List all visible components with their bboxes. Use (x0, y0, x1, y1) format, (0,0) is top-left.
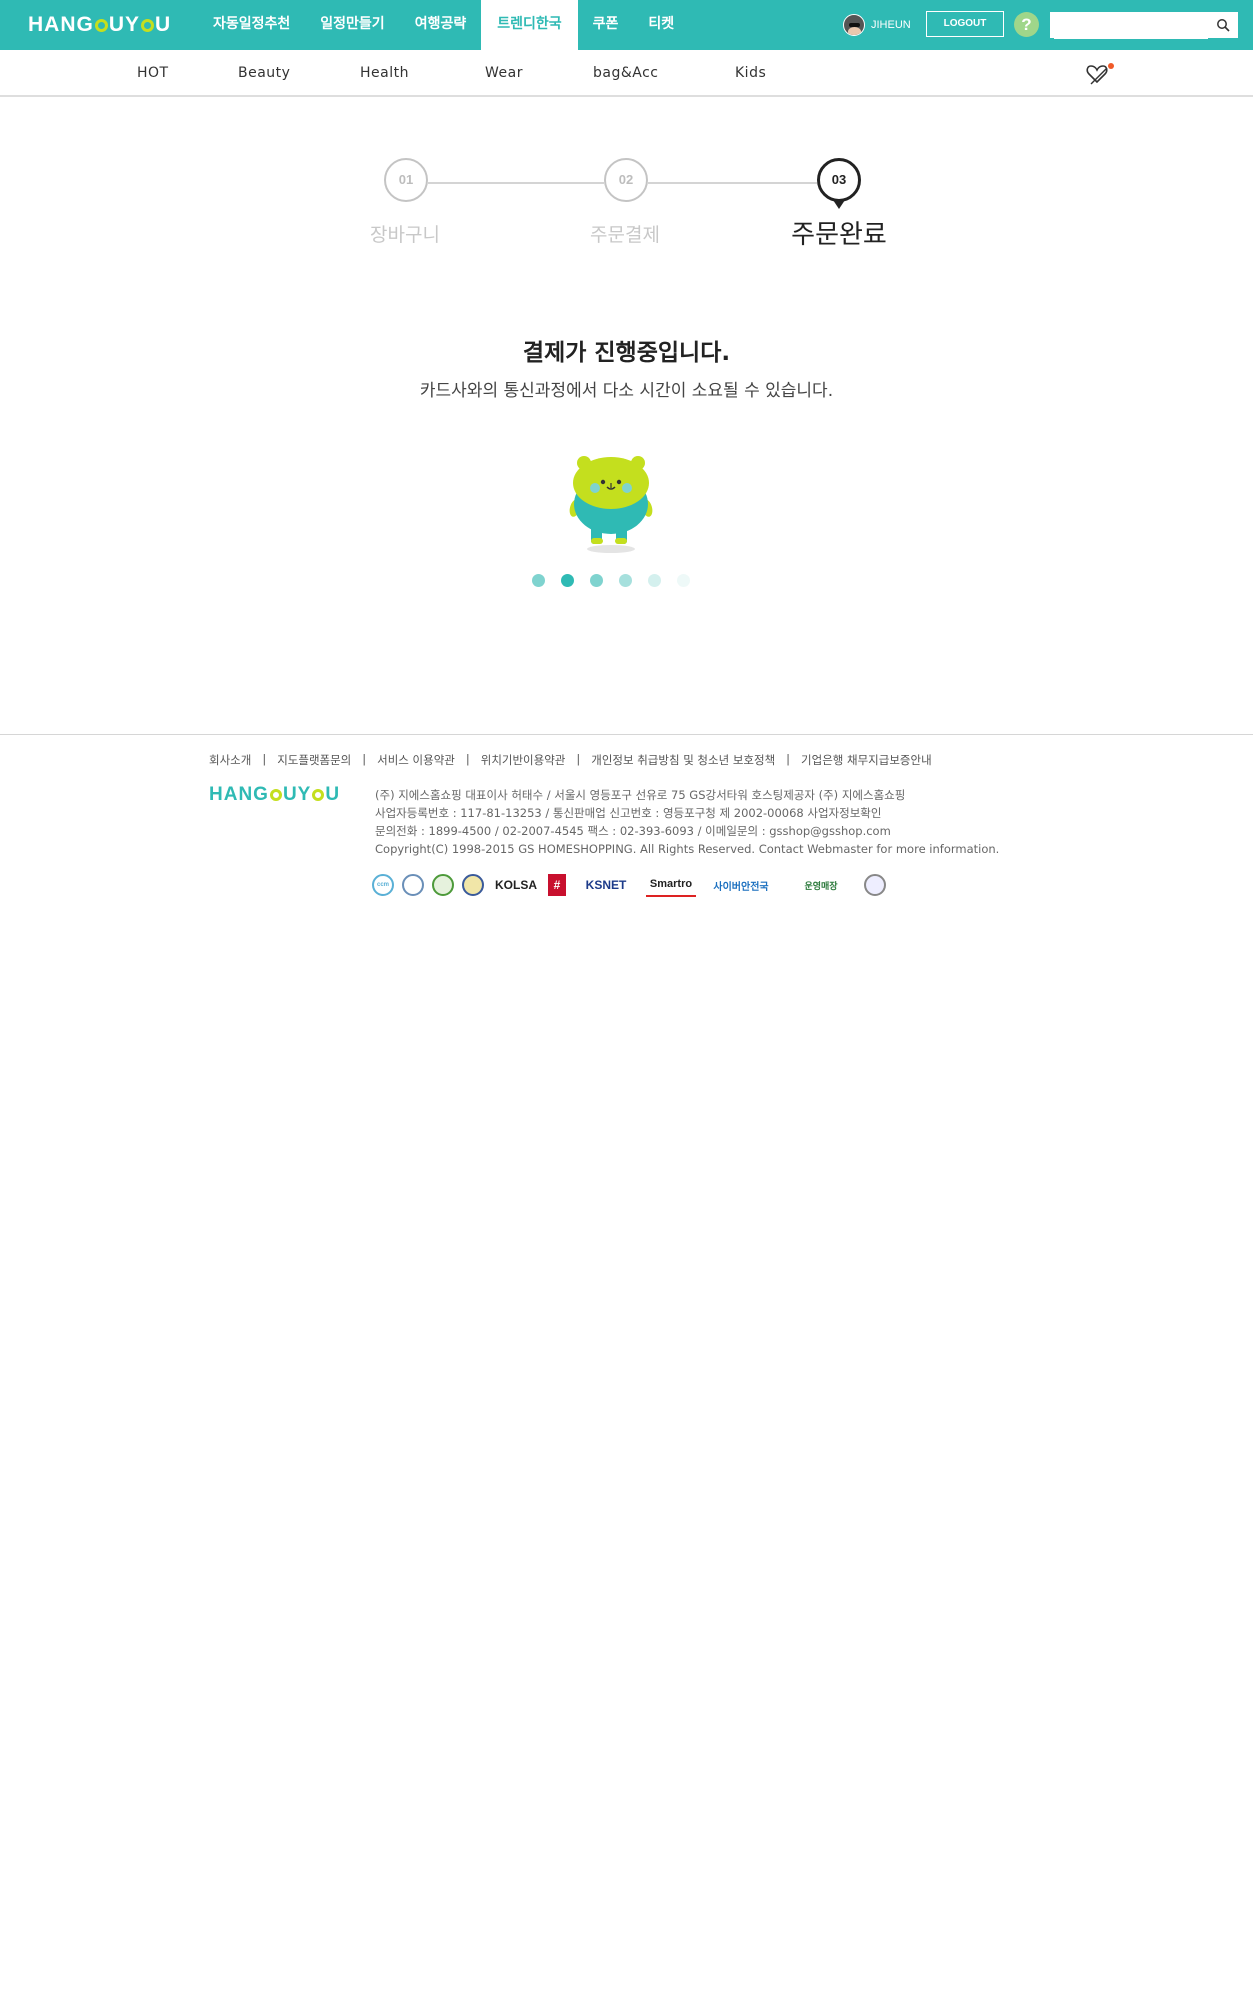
footer-separator: | (786, 752, 791, 766)
step-1-circle: 01 (384, 158, 428, 202)
step-1-label: 장바구니 (370, 224, 440, 246)
footer-link-company[interactable]: 회사소개 (209, 752, 251, 768)
category-beauty[interactable]: Beauty (238, 50, 290, 95)
payment-status-title: 결제가 진행중입니다. (522, 340, 731, 366)
step-3-circle: 03 (817, 158, 861, 209)
category-bag-acc[interactable]: bag&Acc (593, 50, 659, 95)
footer-divider (0, 734, 1253, 735)
seal-badge-icon (402, 874, 424, 896)
top-bar: HANG UY U 자동일정추천 일정만들기 여행공략 트렌디한국 쿠폰 티켓 JI… (0, 0, 1253, 50)
step-2-circle: 02 (604, 158, 648, 202)
nav-travel-guide[interactable]: 여행공략 (400, 0, 482, 50)
nav-auto-schedule[interactable]: 자동일정추천 (198, 0, 305, 50)
avatar (843, 14, 865, 36)
loading-dot-1 (532, 574, 545, 587)
logo-text-3: U (155, 13, 172, 36)
logout-button[interactable]: LOGOUT (926, 11, 1004, 37)
cyber-safety-logo-icon: 사이버안전국 (713, 881, 769, 893)
logo-o-icon (94, 18, 108, 32)
step-connector-1 (428, 182, 604, 184)
loading-dot-5 (648, 574, 661, 587)
footer-separator: | (576, 752, 581, 766)
category-nav: HOT Beauty Health Wear bag&Acc Kids (0, 50, 1253, 97)
loading-indicator (532, 574, 706, 588)
footer-link-location-terms[interactable]: 위치기반이용약관 (481, 752, 566, 768)
smartro-logo-icon: Smartro (646, 873, 696, 897)
company-line: Copyright(C) 1998-2015 GS HOMESHOPPING. … (375, 842, 1000, 856)
category-hot[interactable]: HOT (137, 50, 169, 95)
search-box (1050, 12, 1238, 39)
user-info[interactable]: JIHEUN (843, 14, 911, 36)
category-wear[interactable]: Wear (485, 50, 523, 95)
police-seal-icon (864, 874, 886, 896)
ccm-badge-icon: ccm (372, 874, 394, 896)
category-health[interactable]: Health (360, 50, 409, 95)
help-button[interactable]: ? (1014, 12, 1039, 37)
footer-logo-text-3: U (325, 784, 341, 805)
order-steps: 01 02 03 장바구니 주문결제 주문완료 (0, 150, 1253, 250)
footer-link-terms[interactable]: 서비스 이용약관 (377, 752, 455, 768)
step-connector-2 (648, 182, 817, 184)
company-line: (주) 지에스홈쇼핑 대표이사 허태수 / 서울시 영등포구 선유로 75 GS… (375, 788, 906, 802)
logo-o-icon-2 (141, 18, 155, 32)
kolsa-logo-icon: KOLSA (495, 878, 537, 892)
company-line: 사업자등록번호 : 117-81-13253 / 통신판매업 신고번호 : 영등… (375, 806, 882, 820)
footer-separator: | (362, 752, 367, 766)
nav-coupon[interactable]: 쿠폰 (578, 0, 634, 50)
step-2-label: 주문결제 (590, 224, 660, 246)
hangouyou-logo[interactable]: HANG UY U (28, 12, 171, 38)
step-3-label: 주문완료 (791, 220, 887, 250)
main-nav: 자동일정추천 일정만들기 여행공략 트렌디한국 쿠폰 티켓 (198, 0, 689, 50)
wishlist-icon[interactable] (1086, 62, 1114, 86)
certification-logos: ccm KOLSA # KSNET Smartro 사이버안전국 운영매장 (372, 873, 894, 897)
payment-status-subtitle: 카드사와의 통신과정에서 다소 시간이 소요될 수 있습니다. (419, 381, 834, 401)
footer-logo-text-2: UY (282, 784, 312, 805)
footer-separator: | (465, 752, 470, 766)
nav-ticket[interactable]: 티켓 (633, 0, 689, 50)
category-kids[interactable]: Kids (735, 50, 766, 95)
footer-link-guarantee[interactable]: 기업은행 채무지급보증안내 (801, 752, 932, 768)
username: JIHEUN (871, 19, 911, 31)
footer-links: 회사소개 | 지도플랫폼문의 | 서비스 이용약관 | 위치기반이용약관 | 개인정보 … (209, 752, 932, 768)
nav-trendy-korea[interactable]: 트렌디한국 (481, 0, 578, 50)
footer-logo[interactable]: HANG UY U (209, 784, 340, 806)
footer-logo-o-icon-2 (312, 789, 325, 801)
loading-dot-4 (619, 574, 632, 587)
search-icon[interactable] (1216, 18, 1230, 32)
company-line: 문의전화 : 1899-4500 / 02-2007-4545 팩스 : 02-… (375, 824, 891, 838)
loading-dot-6 (677, 574, 690, 587)
loading-mascot-image (569, 456, 653, 553)
gold-seal-icon (462, 874, 484, 896)
store-logo-icon: 운영매장 (804, 880, 838, 891)
logo-text-1: HANG (28, 13, 94, 36)
green-seal-icon (432, 874, 454, 896)
grid-logo-icon: # (548, 874, 566, 896)
loading-dot-2 (561, 574, 574, 587)
nav-make-schedule[interactable]: 일정만들기 (305, 0, 399, 50)
footer-logo-text-1: HANG (209, 784, 269, 805)
footer-separator: | (262, 752, 267, 766)
footer-link-privacy[interactable]: 개인정보 취급방침 및 청소년 보호정책 (591, 752, 775, 768)
footer-logo-o-icon (269, 789, 282, 801)
logo-text-2: UY (108, 13, 141, 36)
search-input[interactable] (1054, 13, 1208, 39)
loading-dot-3 (590, 574, 603, 587)
footer-link-map-inquiry[interactable]: 지도플랫폼문의 (277, 752, 351, 768)
company-info: (주) 지에스홈쇼핑 대표이사 허태수 / 서울시 영등포구 선유로 75 GS… (375, 786, 999, 858)
ksnet-logo-icon: KSNET (585, 878, 627, 892)
